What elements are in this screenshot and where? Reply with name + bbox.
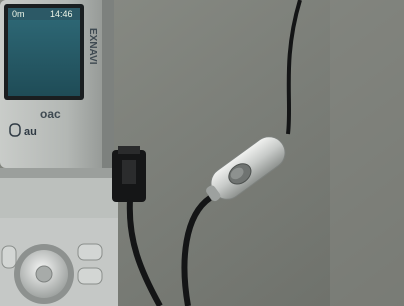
headset-plug [112,146,146,202]
screen-time: 14:46 [50,9,73,19]
background-shade [330,0,404,306]
logo-text: oac [40,107,61,121]
photo-scene: 0m 14:46 EXNAVI oac au [0,0,404,306]
side-key-2 [77,267,103,285]
brand-vertical-label: EXNAVI [87,28,98,65]
side-key [77,243,103,261]
carrier-label: au [24,126,37,138]
phone-screen [8,8,80,96]
screen-status-left: 0m [12,9,25,19]
left-key [1,245,17,269]
phone-lower-half [0,178,118,306]
photo-frame: 0m 14:46 EXNAVI oac au [0,0,404,306]
dpad-center [35,265,53,283]
